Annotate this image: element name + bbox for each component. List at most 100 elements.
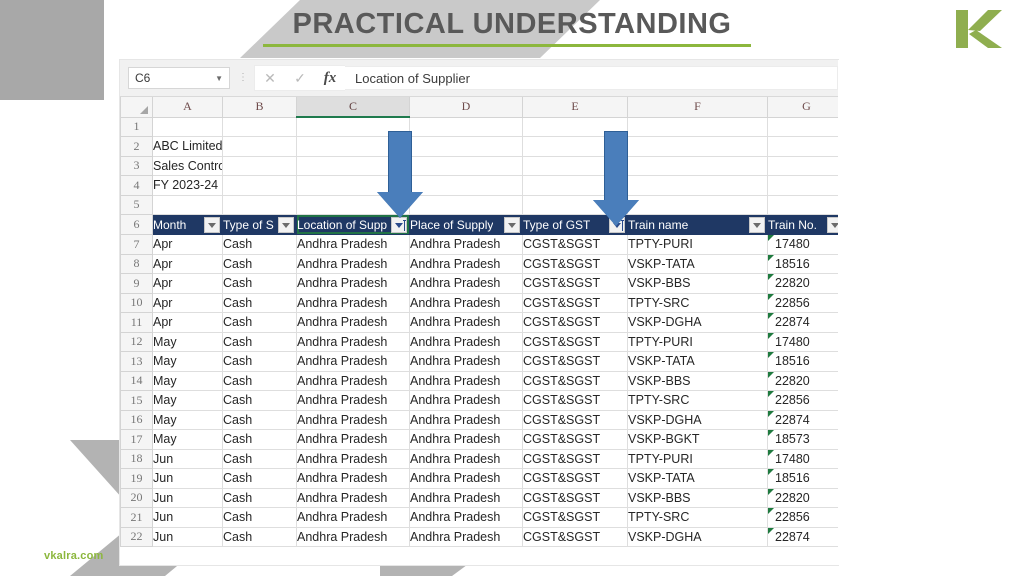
cell-type-of-sale[interactable]: Cash [222, 332, 297, 352]
table-header-place-of-supply[interactable]: Place of Supply [409, 214, 523, 235]
cell-train-name[interactable]: TPTY-PURI [627, 234, 768, 255]
close-icon[interactable]: ✕ [255, 67, 285, 89]
cell-train-no[interactable]: 22856 [767, 507, 838, 528]
cell-g5[interactable] [767, 195, 838, 215]
cell-a1[interactable] [152, 117, 223, 137]
cell-location-of-supplier[interactable]: Andhra Pradesh [296, 254, 410, 274]
row-header[interactable]: 7 [120, 234, 153, 255]
cell-d1[interactable] [409, 117, 523, 137]
cell-type-of-sale[interactable]: Cash [222, 429, 297, 450]
cell-type-of-gst[interactable]: CGST&SGST [522, 488, 628, 508]
cell-train-name[interactable]: VSKP-TATA [627, 351, 768, 372]
cell-place-of-supply[interactable]: Andhra Pradesh [409, 332, 523, 352]
cell-location-of-supplier[interactable]: Andhra Pradesh [296, 332, 410, 352]
filter-button-location-of-supplier[interactable] [391, 217, 407, 233]
cell-month[interactable]: May [152, 429, 223, 450]
cell-type-of-gst[interactable]: CGST&SGST [522, 410, 628, 430]
table-header-train-no[interactable]: Train No. [767, 214, 838, 235]
cell-place-of-supply[interactable]: Andhra Pradesh [409, 273, 523, 294]
table-header-train-name[interactable]: Train name [627, 214, 768, 235]
cell-type-of-gst[interactable]: CGST&SGST [522, 507, 628, 528]
cell-type-of-gst[interactable]: CGST&SGST [522, 273, 628, 294]
cell-type-of-sale[interactable]: Cash [222, 488, 297, 508]
cell-f1[interactable] [627, 117, 768, 137]
cell-train-name[interactable]: TPTY-PURI [627, 449, 768, 469]
cell-train-no[interactable]: 22820 [767, 273, 838, 294]
cell-b4[interactable] [222, 175, 297, 196]
row-header[interactable]: 12 [120, 331, 153, 352]
cell-month[interactable]: Apr [152, 293, 223, 313]
cell-type-of-sale[interactable]: Cash [222, 410, 297, 430]
cell-type-of-gst[interactable]: CGST&SGST [522, 468, 628, 489]
cell-train-name[interactable]: VSKP-BBS [627, 488, 768, 508]
cell-type-of-sale[interactable]: Cash [222, 254, 297, 274]
cell-place-of-supply[interactable]: Andhra Pradesh [409, 410, 523, 430]
row-header[interactable]: 11 [120, 312, 153, 333]
name-box[interactable]: C6 ▼ [128, 67, 230, 89]
cell-a2-company-name[interactable]: ABC Limited [152, 136, 223, 157]
cell-location-of-supplier[interactable]: Andhra Pradesh [296, 429, 410, 450]
cell-train-name[interactable]: VSKP-DGHA [627, 527, 768, 547]
cell-type-of-sale[interactable]: Cash [222, 390, 297, 411]
cell-b2[interactable] [222, 136, 297, 157]
cell-type-of-sale[interactable]: Cash [222, 293, 297, 313]
cell-train-no[interactable]: 22874 [767, 527, 838, 547]
filter-button-type-of-sale[interactable] [278, 217, 294, 233]
cell-location-of-supplier[interactable]: Andhra Pradesh [296, 507, 410, 528]
cell-d4[interactable] [409, 175, 523, 196]
row-header[interactable]: 3 [120, 155, 153, 176]
check-icon[interactable]: ✓ [285, 67, 315, 89]
cell-type-of-sale[interactable]: Cash [222, 312, 297, 333]
cell-f4[interactable] [627, 175, 768, 196]
row-header[interactable]: 17 [120, 429, 153, 450]
row-header[interactable]: 14 [120, 370, 153, 391]
row-header[interactable]: 5 [120, 194, 153, 215]
cell-d3[interactable] [409, 156, 523, 176]
row-header[interactable]: 13 [120, 351, 153, 372]
cell-location-of-supplier[interactable]: Andhra Pradesh [296, 390, 410, 411]
select-all-corner[interactable] [120, 97, 153, 118]
cell-train-name[interactable]: VSKP-BBS [627, 371, 768, 391]
cell-train-name[interactable]: VSKP-BGKT [627, 429, 768, 450]
table-header-month[interactable]: Month [152, 214, 223, 235]
cell-month[interactable]: Jun [152, 507, 223, 528]
cell-place-of-supply[interactable]: Andhra Pradesh [409, 527, 523, 547]
cell-location-of-supplier[interactable]: Andhra Pradesh [296, 410, 410, 430]
cell-train-no[interactable]: 22820 [767, 371, 838, 391]
cell-train-name[interactable]: TPTY-SRC [627, 390, 768, 411]
insert-function-icon[interactable]: fx [315, 67, 345, 89]
cell-train-name[interactable]: TPTY-SRC [627, 293, 768, 313]
row-header[interactable]: 6 [120, 214, 153, 235]
row-header[interactable]: 1 [120, 116, 153, 137]
cell-place-of-supply[interactable]: Andhra Pradesh [409, 371, 523, 391]
row-header[interactable]: 18 [120, 448, 153, 469]
cell-month[interactable]: May [152, 351, 223, 372]
cell-location-of-supplier[interactable]: Andhra Pradesh [296, 468, 410, 489]
cell-train-no[interactable]: 22820 [767, 488, 838, 508]
cell-month[interactable]: May [152, 390, 223, 411]
cell-month[interactable]: May [152, 410, 223, 430]
cell-type-of-sale[interactable]: Cash [222, 234, 297, 255]
cell-train-no[interactable]: 17480 [767, 332, 838, 352]
cell-train-no[interactable]: 22874 [767, 312, 838, 333]
row-header[interactable]: 15 [120, 390, 153, 411]
cell-train-name[interactable]: VSKP-DGHA [627, 312, 768, 333]
cell-train-name[interactable]: VSKP-BBS [627, 273, 768, 294]
cell-type-of-gst[interactable]: CGST&SGST [522, 429, 628, 450]
column-header-f[interactable]: F [627, 97, 768, 118]
more-options-icon[interactable]: ⋮ [236, 73, 250, 83]
cell-train-no[interactable]: 22874 [767, 410, 838, 430]
cell-train-no[interactable]: 22856 [767, 390, 838, 411]
chevron-down-icon[interactable]: ▼ [215, 74, 223, 83]
cell-place-of-supply[interactable]: Andhra Pradesh [409, 234, 523, 255]
cell-train-no[interactable]: 18573 [767, 429, 838, 450]
row-header[interactable]: 8 [120, 253, 153, 274]
cell-train-name[interactable]: TPTY-SRC [627, 507, 768, 528]
cell-f3[interactable] [627, 156, 768, 176]
column-header-e[interactable]: E [522, 97, 628, 118]
filter-button-month[interactable] [204, 217, 220, 233]
cell-b1[interactable] [222, 117, 297, 137]
filter-button-train-no[interactable] [827, 217, 838, 233]
row-header[interactable]: 2 [120, 136, 153, 157]
cell-place-of-supply[interactable]: Andhra Pradesh [409, 390, 523, 411]
